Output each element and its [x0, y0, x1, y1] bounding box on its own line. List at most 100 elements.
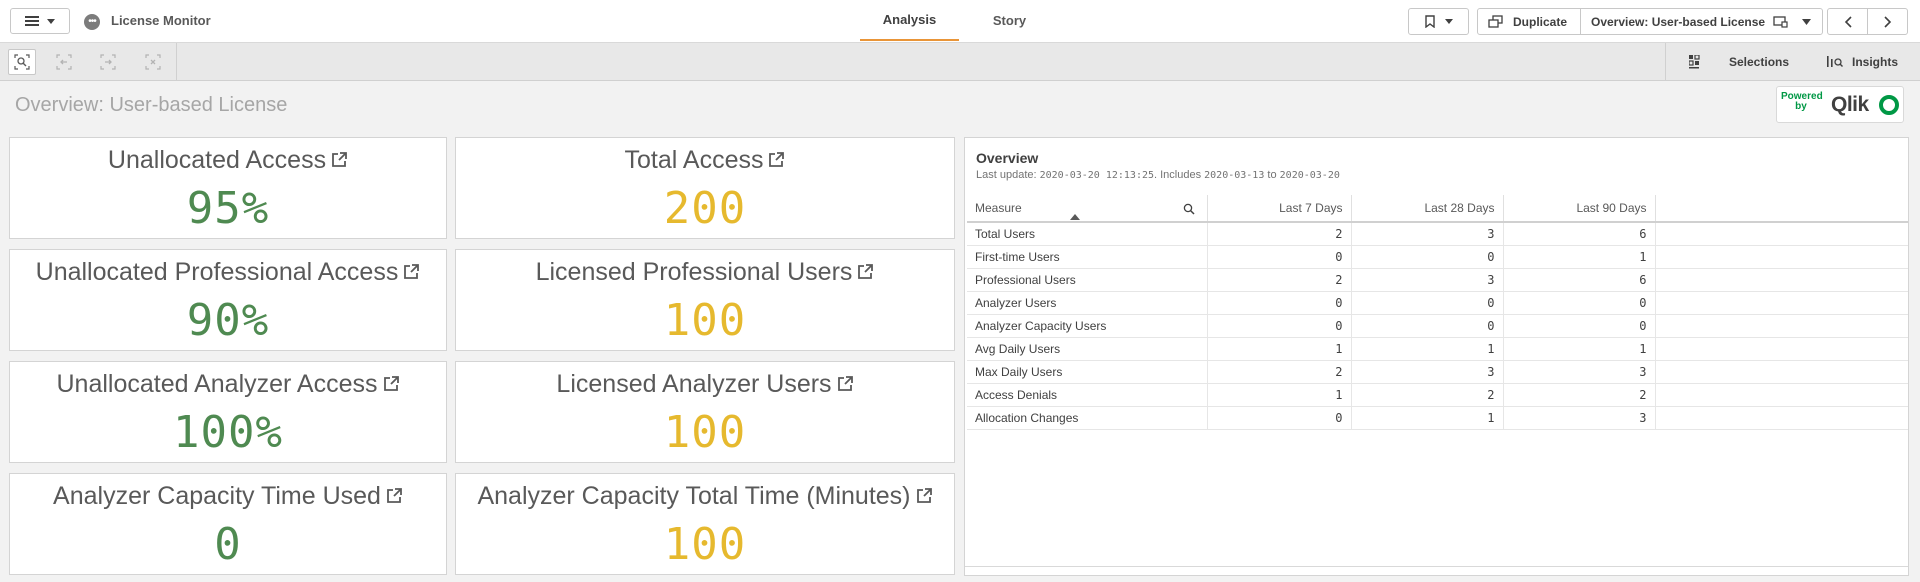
last-28-days-cell[interactable]: 0	[1351, 291, 1504, 315]
overview-panel: Overview Last update: 2020-03-20 12:13:2…	[964, 137, 1909, 576]
external-link-icon[interactable]	[837, 375, 854, 392]
last-90-days-cell[interactable]: 2	[1503, 383, 1656, 407]
table-row[interactable]: Allocation Changes 0 1 3	[967, 406, 1908, 430]
clear-all-selections-button[interactable]	[139, 49, 167, 75]
search-icon[interactable]	[1183, 203, 1195, 215]
spacer-cell	[1655, 383, 1908, 407]
table-row[interactable]: Access Denials 1 2 2	[967, 383, 1908, 407]
smart-search-button[interactable]	[8, 49, 36, 75]
kpi-total-access[interactable]: Total Access 200	[455, 137, 955, 239]
last-28-days-cell[interactable]: 3	[1351, 222, 1504, 246]
external-link-icon[interactable]	[768, 151, 785, 168]
last-7-days-cell[interactable]: 2	[1207, 268, 1352, 292]
kpi-title: Total Access	[456, 146, 954, 175]
last-7-days-cell[interactable]: 0	[1207, 245, 1352, 269]
sheet-title: Overview: User-based License	[15, 94, 288, 116]
table-row[interactable]: Avg Daily Users 1 1 1	[967, 337, 1908, 361]
insights-label: Insights	[1852, 54, 1899, 69]
last-28-days-cell[interactable]: 1	[1351, 337, 1504, 361]
kpi-title: Unallocated Analyzer Access	[10, 370, 446, 399]
last-7-days-cell[interactable]: 1	[1207, 337, 1352, 361]
kpi-licensed-analyzer-users[interactable]: Licensed Analyzer Users 100	[455, 361, 955, 463]
last-28-days-cell[interactable]: 3	[1351, 268, 1504, 292]
kpi-value: 95%	[186, 183, 270, 234]
last-7-days-cell[interactable]: 2	[1207, 360, 1352, 384]
selections-toolbar: Selections Insights	[0, 43, 1920, 81]
last-7-days-cell[interactable]: 0	[1207, 314, 1352, 338]
duplicate-button[interactable]: Duplicate	[1477, 8, 1581, 35]
last-7-days-cell[interactable]: 0	[1207, 406, 1352, 430]
last-28-days-cell[interactable]: 2	[1351, 383, 1504, 407]
last-90-days-cell[interactable]: 0	[1503, 314, 1656, 338]
last-90-days-cell[interactable]: 1	[1503, 245, 1656, 269]
main-menu-button[interactable]	[10, 8, 70, 34]
external-link-icon[interactable]	[383, 375, 400, 392]
external-link-icon[interactable]	[916, 487, 933, 504]
tab-analysis[interactable]: Analysis	[860, 0, 959, 41]
last-28-days-cell[interactable]: 0	[1351, 314, 1504, 338]
external-link-icon[interactable]	[386, 487, 403, 504]
column-header-last-7-days[interactable]: Last 7 Days	[1207, 195, 1352, 223]
table-row[interactable]: Total Users 2 3 6	[967, 222, 1908, 246]
duplicate-icon	[1488, 15, 1503, 28]
kpi-value: 90%	[186, 295, 270, 346]
selections-icon	[1689, 54, 1700, 68]
selections-button[interactable]: Selections	[1665, 43, 1805, 80]
measure-cell[interactable]: Professional Users	[967, 268, 1208, 292]
tab-story[interactable]: Story	[960, 0, 1059, 41]
step-back-button[interactable]	[50, 49, 78, 75]
kpi-value: 100	[663, 407, 747, 458]
last-7-days-cell[interactable]: 2	[1207, 222, 1352, 246]
spacer-cell	[1655, 291, 1908, 315]
insights-button[interactable]: Insights	[1811, 43, 1920, 80]
kpi-unallocated-professional-access[interactable]: Unallocated Professional Access 90%	[9, 249, 447, 351]
last-7-days-cell[interactable]: 0	[1207, 291, 1352, 315]
previous-sheet-button[interactable]	[1827, 8, 1868, 35]
bookmarks-button[interactable]	[1408, 8, 1469, 35]
table-row[interactable]: Analyzer Capacity Users 0 0 0	[967, 314, 1908, 338]
external-link-icon[interactable]	[403, 263, 420, 280]
horizontal-scrollbar[interactable]	[965, 566, 1908, 567]
last-90-days-cell[interactable]: 3	[1503, 406, 1656, 430]
measure-cell[interactable]: Analyzer Capacity Users	[967, 314, 1208, 338]
step-forward-button[interactable]	[94, 49, 122, 75]
last-90-days-cell[interactable]: 6	[1503, 222, 1656, 246]
kpi-title: Licensed Analyzer Users	[456, 370, 954, 399]
last-90-days-cell[interactable]: 1	[1503, 337, 1656, 361]
column-header-measure[interactable]: Measure	[967, 195, 1208, 223]
measure-cell[interactable]: Allocation Changes	[967, 406, 1208, 430]
measure-cell[interactable]: Total Users	[967, 222, 1208, 246]
last-28-days-cell[interactable]: 3	[1351, 360, 1504, 384]
last-7-days-cell[interactable]: 1	[1207, 383, 1352, 407]
table-row[interactable]: Professional Users 2 3 6	[967, 268, 1908, 292]
last-90-days-cell[interactable]: 6	[1503, 268, 1656, 292]
kpi-licensed-professional-users[interactable]: Licensed Professional Users 100	[455, 249, 955, 351]
column-header-last-90-days[interactable]: Last 90 Days	[1503, 195, 1656, 223]
caret-down-icon	[1802, 18, 1812, 25]
kpi-title: Unallocated Access	[10, 146, 446, 175]
external-link-icon[interactable]	[857, 263, 874, 280]
kpi-value: 0	[214, 519, 242, 570]
last-28-days-cell[interactable]: 1	[1351, 406, 1504, 430]
measure-cell[interactable]: Analyzer Users	[967, 291, 1208, 315]
external-link-icon[interactable]	[331, 151, 348, 168]
last-90-days-cell[interactable]: 0	[1503, 291, 1656, 315]
toolbar-divider	[176, 43, 177, 80]
next-sheet-button[interactable]	[1867, 8, 1908, 35]
last-28-days-cell[interactable]: 0	[1351, 245, 1504, 269]
table-row[interactable]: Max Daily Users 2 3 3	[967, 360, 1908, 384]
table-row[interactable]: Analyzer Users 0 0 0	[967, 291, 1908, 315]
powered-by-label: Powered by	[1781, 91, 1823, 112]
table-row[interactable]: First-time Users 0 0 1	[967, 245, 1908, 269]
measure-cell[interactable]: First-time Users	[967, 245, 1208, 269]
kpi-analyzer-capacity-time-used[interactable]: Analyzer Capacity Time Used 0	[9, 473, 447, 575]
sheet-selector[interactable]: Overview: User-based License	[1580, 8, 1823, 35]
column-header-last-28-days[interactable]: Last 28 Days	[1351, 195, 1504, 223]
measure-cell[interactable]: Access Denials	[967, 383, 1208, 407]
last-90-days-cell[interactable]: 3	[1503, 360, 1656, 384]
kpi-unallocated-analyzer-access[interactable]: Unallocated Analyzer Access 100%	[9, 361, 447, 463]
kpi-unallocated-access[interactable]: Unallocated Access 95%	[9, 137, 447, 239]
measure-cell[interactable]: Max Daily Users	[967, 360, 1208, 384]
kpi-analyzer-capacity-total-time[interactable]: Analyzer Capacity Total Time (Minutes) 1…	[455, 473, 955, 575]
measure-cell[interactable]: Avg Daily Users	[967, 337, 1208, 361]
